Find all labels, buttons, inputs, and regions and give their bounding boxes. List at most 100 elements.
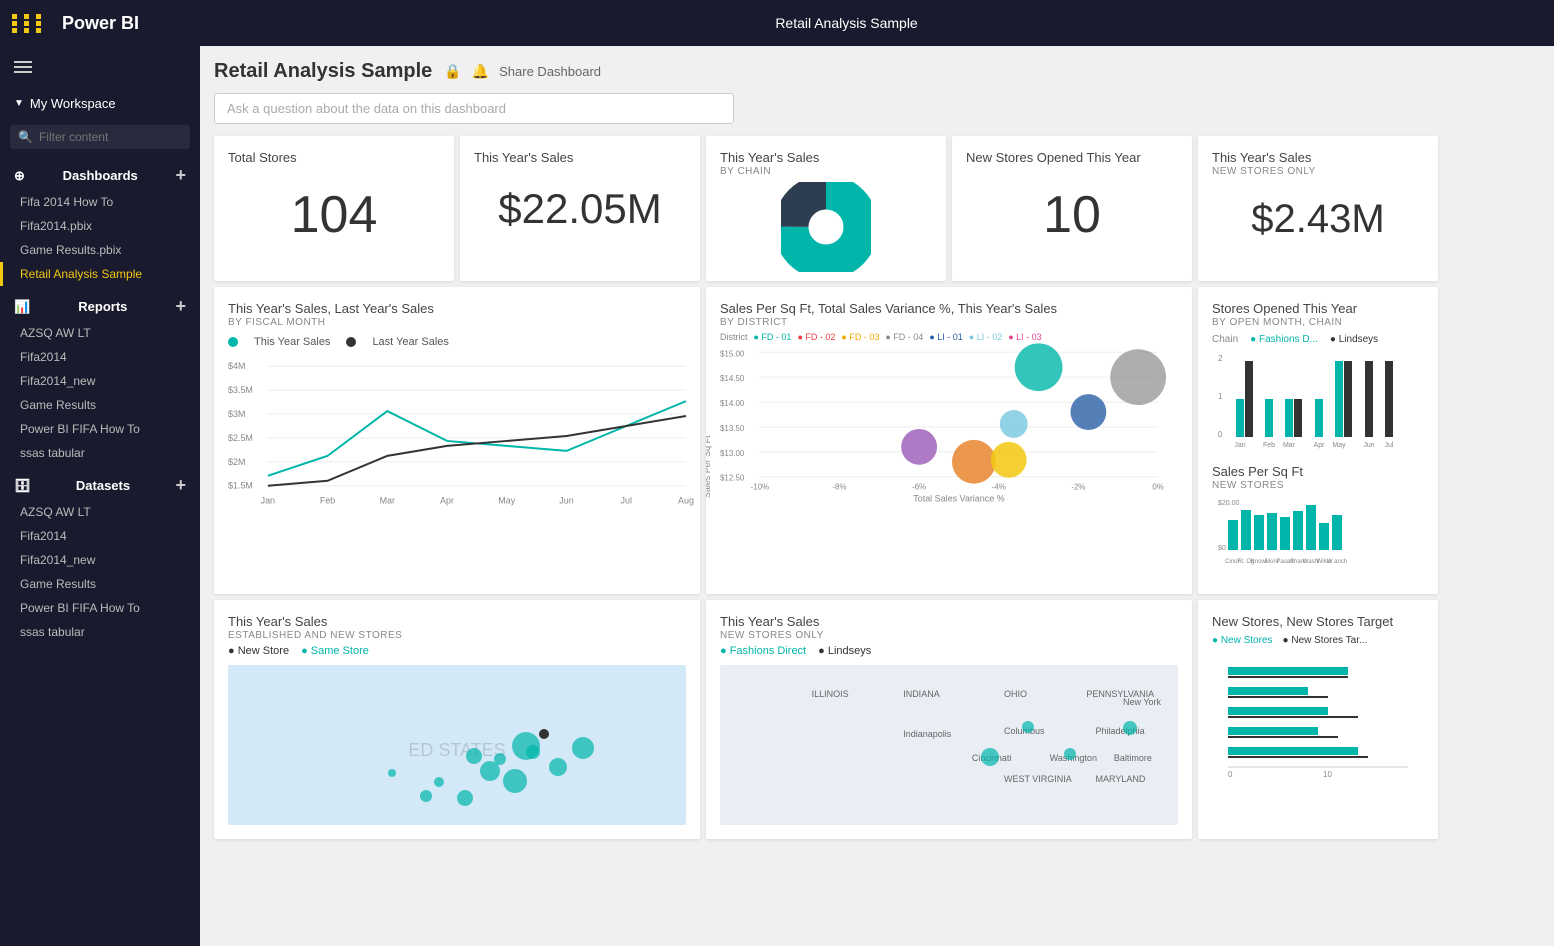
tile-stores-opened-subtitle: BY OPEN MONTH, CHAIN xyxy=(1212,317,1424,328)
chevron-down-icon: ▼ xyxy=(14,98,24,109)
tile-ty-sales-new-subtitle: NEW STORES ONLY xyxy=(1212,166,1424,177)
dashboards-icon: ⊕ xyxy=(14,168,25,184)
city-baltimore: Baltimore xyxy=(1114,753,1152,763)
sqft-bar-5 xyxy=(1280,517,1290,550)
tile-total-stores[interactable]: Total Stores 104 xyxy=(214,136,454,281)
svg-text:Jan: Jan xyxy=(261,496,275,506)
city-philadelphia: Philadelphia xyxy=(1096,726,1145,736)
bubble-legend: District ● FD - 01 ● FD - 02 ● FD - 03 ●… xyxy=(720,332,1178,342)
sidebar: ▼ My Workspace 🔍 ⊕ Dashboards + Fifa 201… xyxy=(0,46,200,946)
dashboards-label: Dashboards xyxy=(63,168,138,183)
bar-may-lindseys xyxy=(1344,361,1352,437)
sidebar-item-ssas[interactable]: ssas tabular xyxy=(0,441,200,465)
map2-legend: ● Fashions Direct ● Lindseys xyxy=(720,645,1178,657)
legend-new-stores: ● New Stores xyxy=(1212,635,1273,646)
sidebar-item-gameresults[interactable]: Game Results.pbix xyxy=(0,238,200,262)
sqft-bar-3 xyxy=(1254,515,1264,550)
svg-text:Apr: Apr xyxy=(1314,442,1326,449)
city-indianapolis: Indianapolis xyxy=(903,729,951,739)
sidebar-ds-ssas[interactable]: ssas tabular xyxy=(0,620,200,644)
sidebar-item-fifa2014pbix[interactable]: Fifa2014.pbix xyxy=(0,214,200,238)
sales-sqft-subtitle: NEW STORES xyxy=(1212,480,1424,491)
svg-text:0%: 0% xyxy=(1152,483,1164,492)
bar-mar-lindseys xyxy=(1294,399,1302,437)
tile-stores-opened[interactable]: Stores Opened This Year BY OPEN MONTH, C… xyxy=(1198,287,1438,594)
sidebar-ds-powerbififa[interactable]: Power BI FIFA How To xyxy=(0,596,200,620)
tile-bubble-title: Sales Per Sq Ft, Total Sales Variance %,… xyxy=(720,301,1178,316)
tile-ty-sales-chain-subtitle: BY CHAIN xyxy=(720,166,932,177)
tile-ty-sales-chain[interactable]: This Year's Sales BY CHAIN xyxy=(706,136,946,281)
qa-bar[interactable]: Ask a question about the data on this da… xyxy=(214,93,734,124)
sidebar-ds-fifa[interactable]: Fifa2014 xyxy=(0,524,200,548)
map-dot-7 xyxy=(434,777,444,787)
sidebar-ds-azsq[interactable]: AZSQ AW LT xyxy=(0,500,200,524)
reports-label: Reports xyxy=(78,299,127,314)
app-grid-icon[interactable] xyxy=(12,14,46,33)
sidebar-item-game[interactable]: Game Results xyxy=(0,393,200,417)
tile-map2[interactable]: This Year's Sales NEW STORES ONLY ● Fash… xyxy=(706,600,1192,839)
stores-bar-legend: Chain ● Fashions D... ● Lindseys xyxy=(1212,334,1424,345)
svg-text:Sales Per Sq Ft: Sales Per Sq Ft xyxy=(706,435,712,498)
add-report-icon[interactable]: + xyxy=(175,296,186,317)
svg-text:Feb: Feb xyxy=(1263,442,1275,449)
hamburger-menu[interactable] xyxy=(0,46,200,88)
bubble-teal xyxy=(1015,343,1063,391)
legend-fashions: ● Fashions D... xyxy=(1250,334,1318,345)
tile-ty-sales-new-value: $2.43M xyxy=(1212,197,1424,242)
add-dataset-icon[interactable]: + xyxy=(175,475,186,496)
header-actions: 🔒 🔔 Share Dashboard xyxy=(444,63,601,80)
svg-text:$3M: $3M xyxy=(228,409,245,419)
svg-text:Jan: Jan xyxy=(1234,442,1245,449)
legend-ty-label: This Year Sales xyxy=(254,336,330,348)
filter-box[interactable]: 🔍 xyxy=(10,125,190,149)
tile-ty-sales-new[interactable]: This Year's Sales NEW STORES ONLY $2.43M xyxy=(1198,136,1438,281)
svg-text:$15.00: $15.00 xyxy=(720,349,745,358)
svg-text:May: May xyxy=(1332,442,1346,449)
map2-dot-4 xyxy=(1064,748,1076,760)
add-dashboard-icon[interactable]: + xyxy=(175,165,186,186)
pie-svg xyxy=(781,182,871,272)
svg-text:Jul: Jul xyxy=(621,496,632,506)
sidebar-item-fifa[interactable]: Fifa2014 xyxy=(0,345,200,369)
legend-li02: ● LI - 02 xyxy=(969,332,1002,342)
tile-total-stores-value: 104 xyxy=(228,185,440,245)
filter-input[interactable] xyxy=(39,130,182,144)
tile-ty-sales-chain-title: This Year's Sales xyxy=(720,150,932,165)
legend-dot-ly xyxy=(346,337,356,347)
map2-visual: ILLINOIS INDIANA OHIO PENNSYLVANIA India… xyxy=(720,665,1178,825)
sidebar-item-azsq[interactable]: AZSQ AW LT xyxy=(0,321,200,345)
bar-feb-fashions xyxy=(1265,399,1273,437)
sidebar-item-retail[interactable]: Retail Analysis Sample xyxy=(0,262,200,286)
sidebar-ds-game[interactable]: Game Results xyxy=(0,572,200,596)
sidebar-item-fifa2014howto[interactable]: Fifa 2014 How To xyxy=(0,190,200,214)
bubble-purple xyxy=(901,429,937,465)
svg-text:$13.50: $13.50 xyxy=(720,424,745,433)
share-dashboard-button[interactable]: Share Dashboard xyxy=(499,64,601,79)
tile-map1-title: This Year's Sales xyxy=(228,614,686,629)
main-content: Retail Analysis Sample 🔒 🔔 Share Dashboa… xyxy=(200,46,1554,946)
reports-section[interactable]: 📊 Reports + xyxy=(0,286,200,321)
line-chart-svg: $4M $3.5M $3M $2.5M $2M $1.5M Jan Feb Ma… xyxy=(228,356,686,496)
bar-jan-fashions xyxy=(1236,399,1244,437)
workspace-toggle[interactable]: ▼ My Workspace xyxy=(0,88,200,119)
tile-bubble[interactable]: Sales Per Sq Ft, Total Sales Variance %,… xyxy=(706,287,1192,594)
svg-text:Apr: Apr xyxy=(440,496,454,506)
svg-text:$2.5M: $2.5M xyxy=(228,433,253,443)
reports-icon: 📊 xyxy=(14,299,30,315)
tile-new-stores-target[interactable]: New Stores, New Stores Target ● New Stor… xyxy=(1198,600,1438,839)
sidebar-ds-fifanew[interactable]: Fifa2014_new xyxy=(0,548,200,572)
tile-map1[interactable]: This Year's Sales ESTABLISHED AND NEW ST… xyxy=(214,600,700,839)
svg-text:$4M: $4M xyxy=(228,361,245,371)
legend-samestore: ● Same Store xyxy=(301,645,369,657)
tile-line-subtitle: BY FISCAL MONTH xyxy=(228,317,686,328)
sidebar-item-fifanew[interactable]: Fifa2014_new xyxy=(0,369,200,393)
state-illinois: ILLINOIS xyxy=(812,689,849,699)
dashboards-section[interactable]: ⊕ Dashboards + xyxy=(0,155,200,190)
tile-line-chart[interactable]: This Year's Sales, Last Year's Sales BY … xyxy=(214,287,700,594)
tile-ty-sales[interactable]: This Year's Sales $22.05M xyxy=(460,136,700,281)
legend-dot-ty xyxy=(228,337,238,347)
sidebar-item-powerbififa[interactable]: Power BI FIFA How To xyxy=(0,417,200,441)
datasets-section[interactable]: 🗄 Datasets + xyxy=(0,465,200,500)
map-dot-4 xyxy=(503,769,527,793)
tile-new-stores[interactable]: New Stores Opened This Year 10 xyxy=(952,136,1192,281)
